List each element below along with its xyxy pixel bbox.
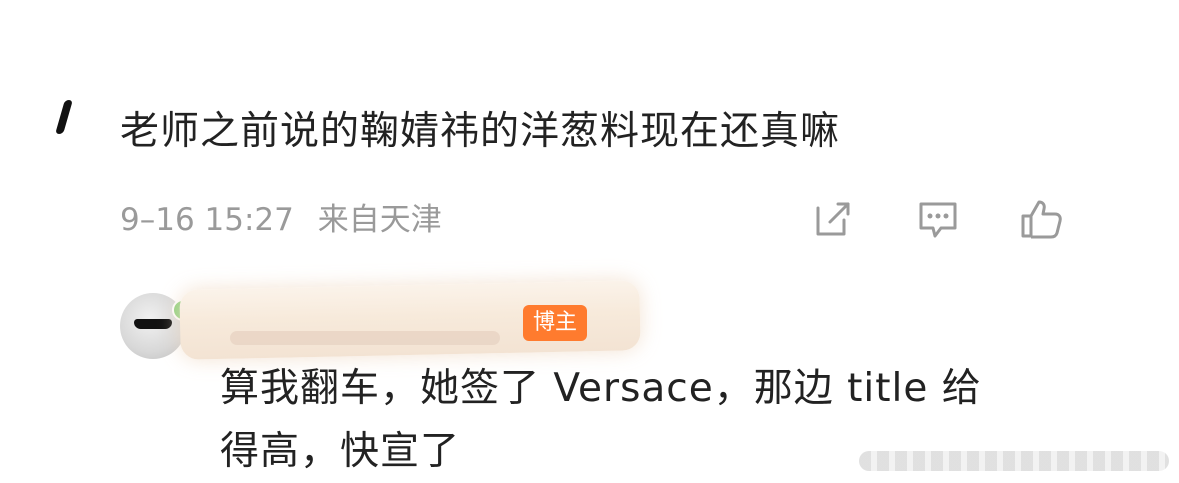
redaction-strip bbox=[230, 331, 500, 345]
watermark bbox=[859, 451, 1169, 471]
comment-icon bbox=[919, 202, 957, 238]
sunglasses-graphic bbox=[134, 319, 172, 329]
like-button[interactable] bbox=[1019, 196, 1065, 242]
share-icon bbox=[816, 202, 850, 236]
comment-button[interactable] bbox=[915, 196, 961, 242]
reply-line-2: 得高，快宣了 bbox=[220, 429, 461, 474]
comment-text: 老师之前说的鞠婧祎的洋葱料现在还真嘛 bbox=[120, 109, 841, 154]
share-button[interactable] bbox=[810, 196, 856, 242]
comment-meta: 9–16 15:27 来自天津 bbox=[120, 198, 442, 242]
quote-mark bbox=[55, 100, 73, 134]
reply-line-1: 算我翻车，她签了 Versace，那边 title 给 bbox=[220, 366, 982, 411]
comment-location: 来自天津 bbox=[317, 202, 442, 238]
like-icon bbox=[1021, 200, 1062, 239]
comment-datetime: 9–16 15:27 bbox=[120, 202, 294, 238]
blogger-badge: 博主 bbox=[523, 305, 588, 341]
